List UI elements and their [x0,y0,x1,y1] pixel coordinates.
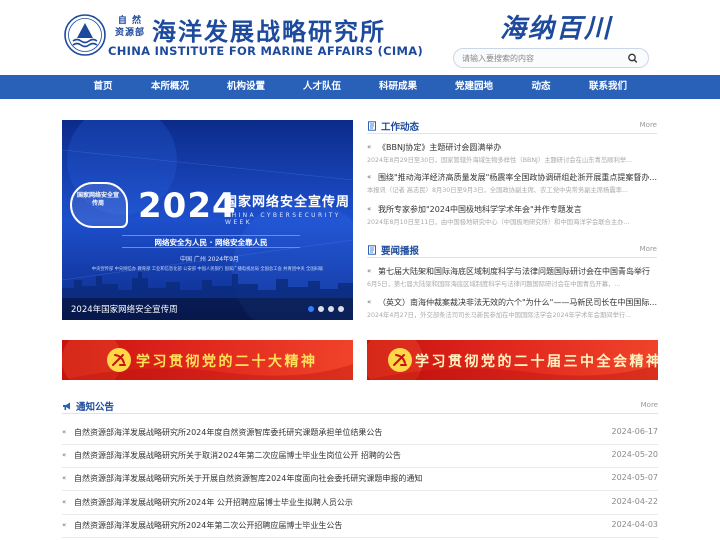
institute-name-cn: 海洋发展战略研究所 [152,17,386,46]
carousel-dot[interactable] [318,306,324,312]
notices-more-link[interactable]: More [641,401,658,409]
banner-title: 国家网络安全宣传周 [224,195,351,210]
table-row[interactable]: « 自然资源部海洋发展战略研究所关于取消2024年第二次应届博士毕业生岗位公开 … [62,445,658,468]
news-summary: 2024年4月27日，外交部条法司司长马新民参加在中国国际法学会2024年学术年… [367,312,632,319]
nav-item-about[interactable]: 本所概况 [135,75,205,99]
banner-text: 学习贯彻党的二十届三中全会精神 [415,354,658,370]
work-news-header: 工作动态 More [367,118,657,134]
list-item[interactable]: « 第七届大陆架和国际海底区域制度科学与法律问题国际研讨会在中国青岛举行 6月5… [367,266,657,290]
notice-date: 2024-04-03 [611,520,659,529]
news-broadcast-more-link[interactable]: More [640,245,657,253]
double-chevron-icon: « [62,451,67,459]
news-summary: 2024年8月10日至11日，由中国极地研究中心（中国极地研究所）和中国海洋学会… [367,219,630,226]
double-chevron-icon: « [62,474,67,482]
notice-title[interactable]: 自然资源部海洋发展战略研究所关于取消2024年第二次应届博士毕业生岗位公开 招聘… [74,450,401,461]
document-icon [368,245,376,255]
ministry-label: 自 然资源部 [114,16,145,38]
party-emblem-icon [388,348,412,372]
nav-item-contact[interactable]: 联系我们 [573,75,643,99]
party-banner-20th-congress[interactable]: 学习贯彻党的二十大精神 [62,340,353,380]
document-icon [368,121,376,131]
party-banner-third-plenary[interactable]: 学习贯彻党的二十届三中全会精神 [367,340,658,380]
search-icon[interactable] [626,52,640,65]
notice-date: 2024-05-07 [611,473,659,482]
nav-item-talent[interactable]: 人才队伍 [287,75,357,99]
carousel-dots [308,306,344,312]
banner-year: 2024 [138,186,237,226]
carousel-caption-bar: 2024年国家网络安全宣传周 [62,298,353,320]
cima-logo-icon[interactable] [64,14,106,56]
notice-title[interactable]: 自然资源部海洋发展战略研究所2024年第二次公开招聘应届博士毕业生公告 [74,520,342,531]
news-title[interactable]: 我所专家参加"2024中国极地科学学术年会"并作专题发言 [378,204,657,215]
news-title[interactable]: 《BBNJ协定》主题研讨会圆满举办 [378,142,657,153]
list-item[interactable]: « （英文）南海仲裁案裁决非法无效的六个"为什么"——马新民司长在中国国际...… [367,297,657,321]
notice-title[interactable]: 自然资源部海洋发展战略研究所关于开展自然资源智库2024年度面向社会委托研究课题… [74,473,422,484]
notice-date: 2024-04-22 [611,497,659,506]
calligraphy-motto: 海纳百川 [500,14,613,44]
news-summary: 2024年8月29日至30日，国家管辖外海域生物多样性（BBNJ）主题研讨会在山… [367,157,633,164]
news-summary: 6月5日，第七届大陆架和国际海底区域制度科学与法律问题国际研讨会在中国青岛开幕，… [367,281,621,288]
notice-title[interactable]: 自然资源部海洋发展战略研究所2024年 公开招聘应届博士毕业生拟聘人员公示 [74,497,353,508]
news-title[interactable]: 第七届大陆架和国际海底区域制度科学与法律问题国际研讨会在中国青岛举行 [378,266,657,277]
search-box [453,48,649,68]
table-row[interactable]: « 自然资源部海洋发展战略研究所关于开展自然资源智库2024年度面向社会委托研究… [62,468,658,491]
nav-item-news[interactable]: 动态 [506,75,576,99]
notices-title: 通知公告 [76,402,115,413]
list-item[interactable]: « 我所专家参加"2024中国极地科学学术年会"并作专题发言 2024年8月10… [367,204,657,228]
table-row[interactable]: « 自然资源部海洋发展战略研究所2024年第二次公开招聘应届博士毕业生公告 20… [62,515,658,538]
work-news-title: 工作动态 [381,122,420,133]
double-chevron-icon: « [62,428,67,436]
megaphone-icon [63,402,70,410]
nav-item-organization[interactable]: 机构设置 [211,75,281,99]
double-chevron-icon: « [367,267,372,275]
carousel-caption[interactable]: 2024年国家网络安全宣传周 [71,303,178,315]
banner-text: 学习贯彻党的二十大精神 [136,354,318,370]
nav-item-research[interactable]: 科研成果 [363,75,433,99]
notice-date: 2024-05-20 [611,450,659,459]
party-emblem-icon [107,348,131,372]
double-chevron-icon: « [367,143,372,151]
notices-header: 通知公告 More [62,398,658,414]
nav-item-home[interactable]: 首页 [68,75,138,99]
work-news-more-link[interactable]: More [640,121,657,129]
double-chevron-icon: « [62,521,67,529]
nav-item-party[interactable]: 党建园地 [439,75,509,99]
site-header: 自 然资源部 海洋发展战略研究所 CHINA INSTITUTE FOR MAR… [0,0,720,75]
news-summary: 本报讯（记者 高志民）8月30日至9月3日，全国政协副主席、农工党中央常务副主席… [367,187,629,194]
banner-subtitle-en: CHINA CYBERSECURITY WEEK [225,212,341,226]
carousel-dot[interactable] [328,306,334,312]
double-chevron-icon: « [367,205,372,213]
main-nav: 首页 本所概况 机构设置 人才队伍 科研成果 党建园地 动态 联系我们 [0,75,720,99]
notice-title[interactable]: 自然资源部海洋发展战略研究所2024年度自然资源智库委托研究课题承担单位结果公告 [74,427,382,438]
institute-name-en: CHINA INSTITUTE FOR MARINE AFFAIRS (CIMA… [108,44,424,58]
city-skyline-icon [62,272,353,298]
news-broadcast-header: 要闻播报 More [367,242,657,258]
list-item[interactable]: « 围绕"推动海洋经济高质量发展"杨震率全国政协调研组赴浙开展重点提案督办...… [367,172,657,196]
carousel-dot[interactable] [338,306,344,312]
double-chevron-icon: « [367,173,372,181]
notice-date: 2024-06-17 [611,427,659,436]
event-badge-text: 国家网络安全宣传周 [76,192,119,207]
double-chevron-icon: « [62,498,67,506]
news-title[interactable]: 围绕"推动海洋经济高质量发展"杨震率全国政协调研组赴浙开展重点提案督办... [378,172,657,183]
banner-slogan: 网络安全为人民 · 网络安全靠人民 [122,235,300,248]
news-broadcast-title: 要闻播报 [381,246,420,257]
list-item[interactable]: « 《BBNJ协定》主题研讨会圆满举办 2024年8月29日至30日，国家管辖外… [367,142,657,166]
table-row[interactable]: « 自然资源部海洋发展战略研究所2024年度自然资源智库委托研究课题承担单位结果… [62,422,658,445]
banner-place: 中国 广州 2024年9月 [180,256,239,263]
image-carousel[interactable]: 国家网络安全宣传周 2024 国家网络安全宣传周 CHINA CYBERSECU… [62,120,353,320]
double-chevron-icon: « [367,298,372,306]
news-title[interactable]: （英文）南海仲裁案裁决非法无效的六个"为什么"——马新民司长在中国国际... [378,297,657,308]
table-row[interactable]: « 自然资源部海洋发展战略研究所2024年 公开招聘应届博士毕业生拟聘人员公示 … [62,492,658,515]
carousel-dot[interactable] [308,306,314,312]
search-input[interactable] [462,51,622,66]
